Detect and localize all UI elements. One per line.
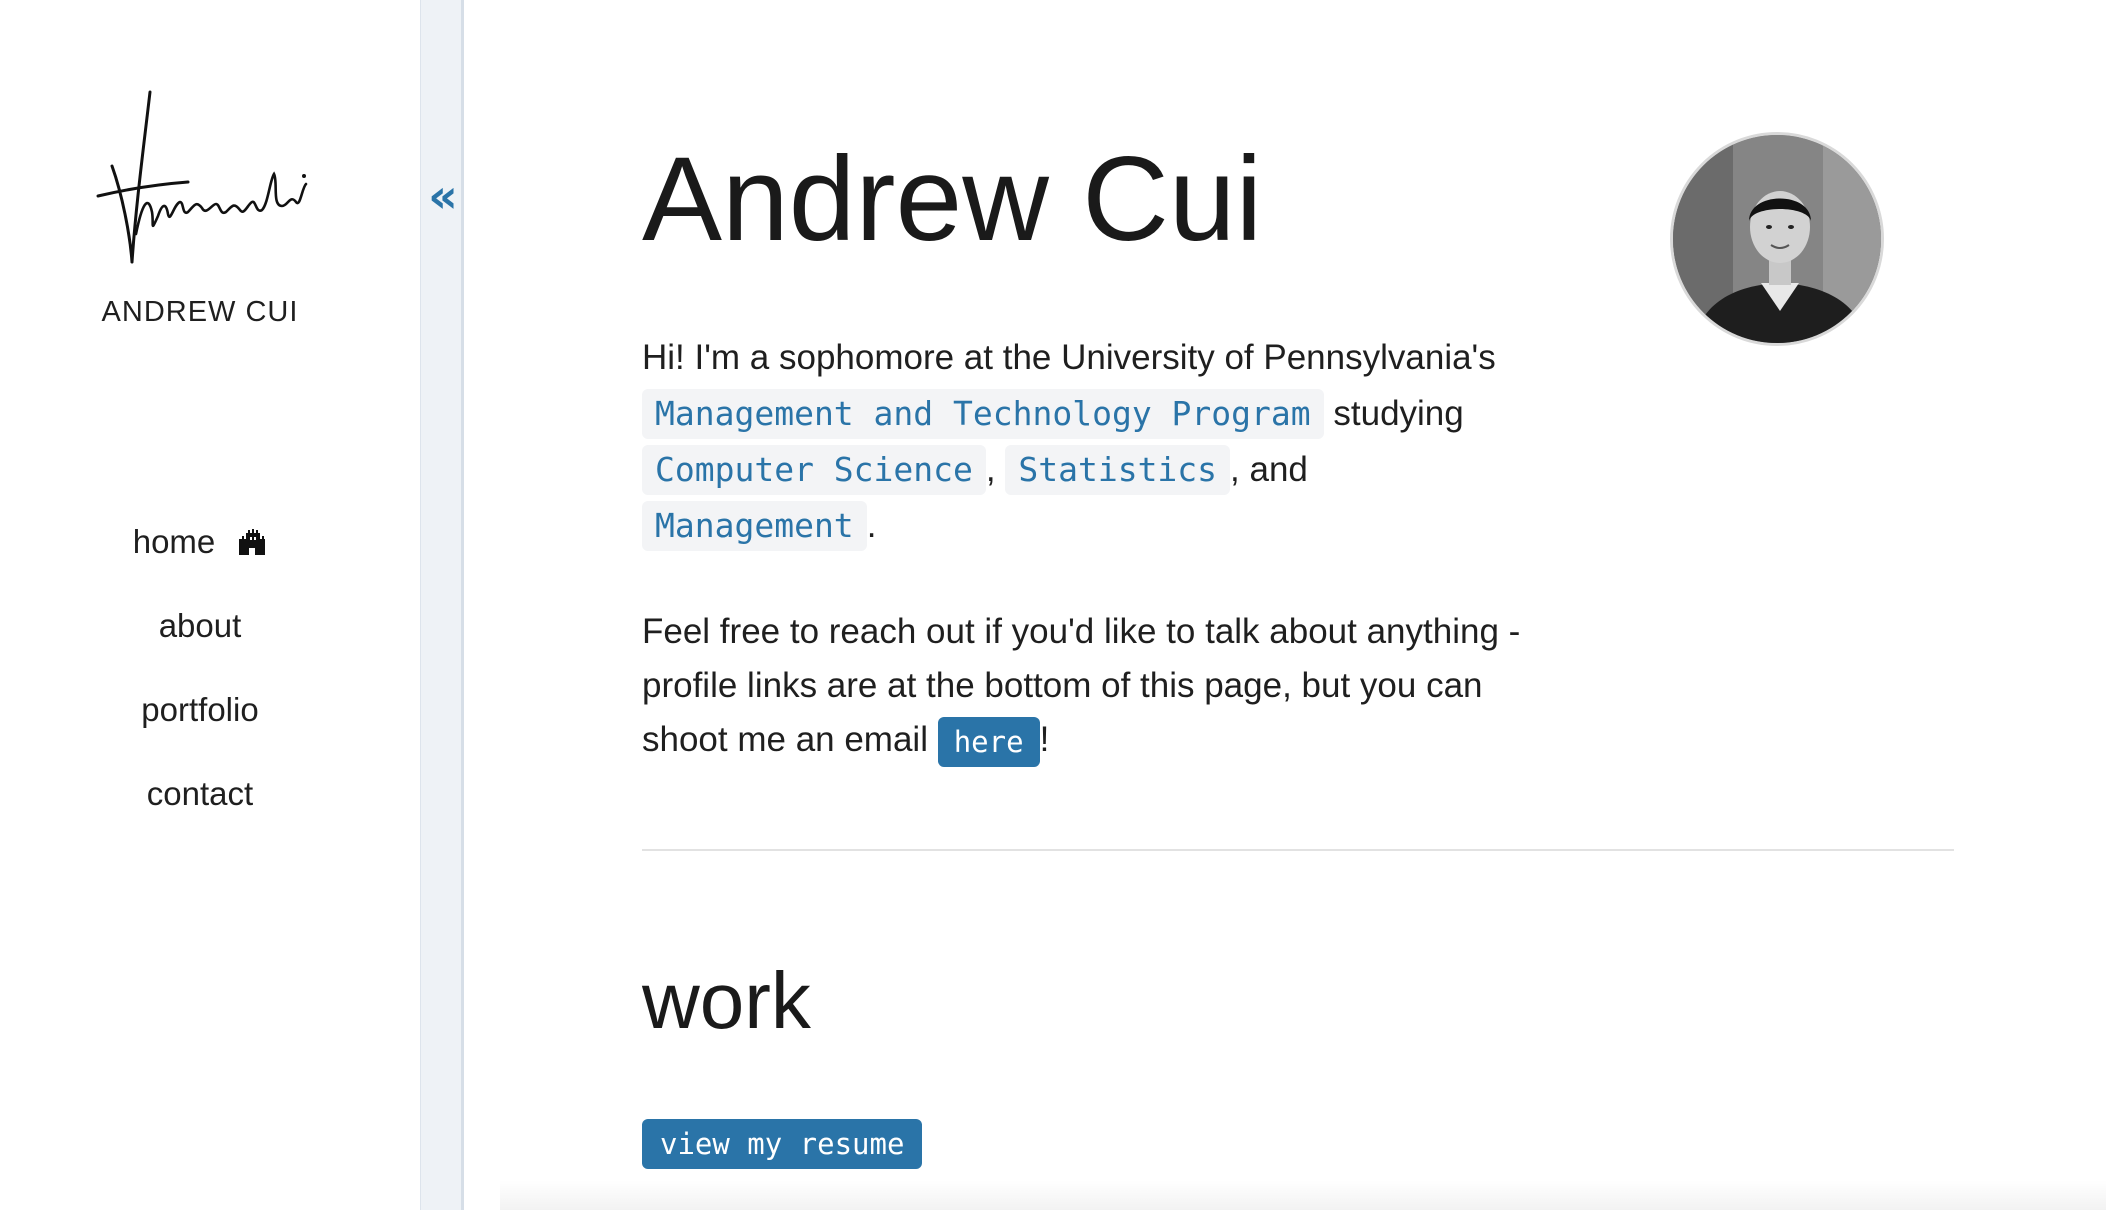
intro-text: . — [866, 506, 877, 545]
main-content: Andrew Cui Hi! I'm a sophomore at the Un… — [464, 0, 2106, 1210]
intro-text: Hi! I'm a sophomore at the University of… — [642, 338, 1496, 377]
intro-text: studying — [1333, 394, 1464, 433]
site-name: ANDREW CUI — [101, 296, 299, 328]
contact-paragraph: Feel free to reach out if you'd like to … — [642, 605, 1542, 767]
section-title-work: work — [642, 956, 811, 1045]
email-here-button[interactable]: here — [937, 716, 1040, 767]
intro-text: , and — [1230, 450, 1308, 489]
signature-logo[interactable] — [92, 84, 312, 274]
nav-item-label: about — [158, 607, 242, 644]
sidebar-collapse-strip: « — [420, 0, 464, 1210]
program-link[interactable]: Management and Technology Program — [642, 389, 1324, 439]
sidebar: ANDREW CUI home about portfolio contact — [0, 0, 420, 1210]
profile-photo-image — [1673, 135, 1881, 343]
nav-item-portfolio[interactable]: portfolio — [0, 668, 400, 752]
nav-item-contact[interactable]: contact — [0, 752, 400, 836]
management-link[interactable]: Management — [642, 501, 867, 551]
page-title: Andrew Cui — [642, 132, 1263, 266]
intro-text: , — [985, 450, 996, 489]
sidebar-nav: home about portfolio contact — [0, 500, 400, 836]
computer-science-link[interactable]: Computer Science — [642, 445, 986, 495]
nav-item-label: contact — [146, 775, 254, 812]
section-divider — [642, 849, 1954, 851]
nav-item-about[interactable]: about — [0, 584, 400, 668]
castle-icon — [239, 529, 266, 555]
collapse-sidebar-icon[interactable]: « — [425, 172, 461, 220]
profile-photo — [1670, 132, 1884, 346]
nav-item-label: portfolio — [141, 691, 259, 728]
contact-text: Feel free to reach out if you'd like to … — [642, 612, 1521, 759]
statistics-link[interactable]: Statistics — [1005, 445, 1231, 495]
view-resume-button[interactable]: view my resume — [642, 1119, 923, 1169]
nav-item-home[interactable]: home — [0, 500, 400, 584]
contact-suffix: ! — [1039, 720, 1050, 759]
nav-item-label: home — [132, 523, 216, 560]
intro-paragraph: Hi! I'm a sophomore at the University of… — [642, 330, 1542, 554]
page: ANDREW CUI home about portfolio contact — [0, 0, 2106, 1210]
bottom-shadow — [500, 1180, 2106, 1210]
